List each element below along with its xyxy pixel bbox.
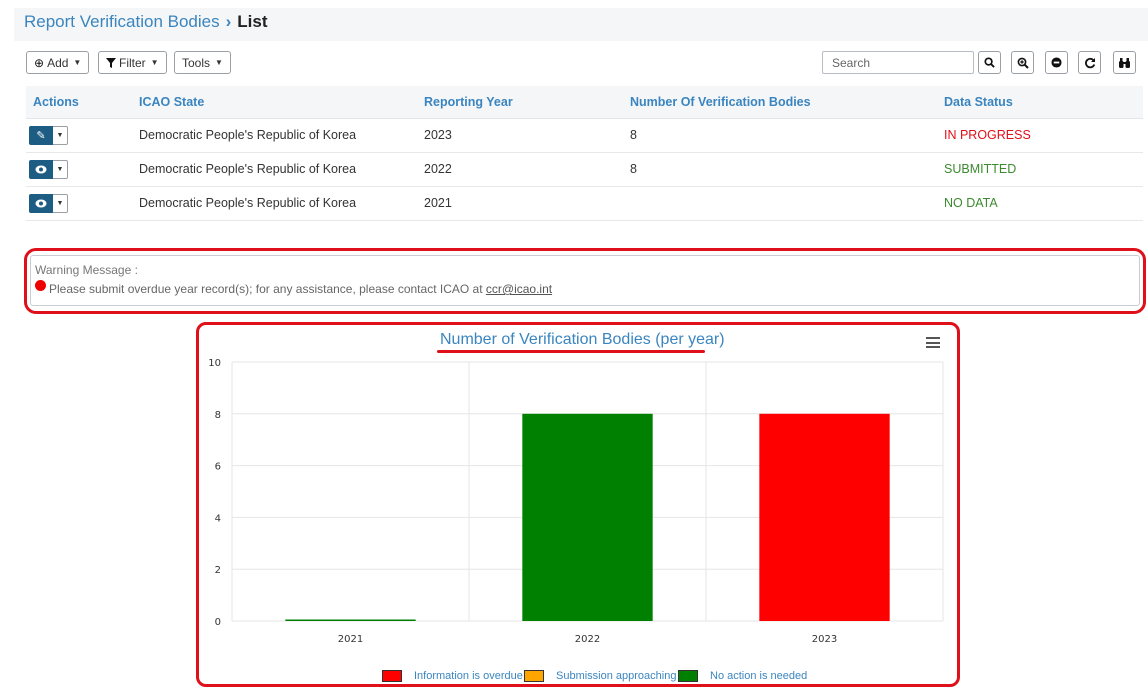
column-header-actions[interactable]: Actions xyxy=(33,95,79,109)
bar-chart: 0 2 4 6 8 10 2021 2022 2023 xyxy=(208,358,944,645)
clear-search-button[interactable] xyxy=(1045,51,1068,74)
eye-icon xyxy=(35,199,47,208)
add-button-label: Add xyxy=(47,55,69,70)
legend-label: No action is needed xyxy=(710,670,808,682)
bar-2022 xyxy=(522,413,653,621)
filter-button[interactable]: Filter ▼ xyxy=(98,51,167,74)
refresh-button[interactable] xyxy=(1078,51,1101,74)
bar-2021 xyxy=(285,619,416,621)
caret-down-icon: ▼ xyxy=(56,132,64,139)
breadcrumb-current: List xyxy=(237,12,268,31)
zoom-in-icon xyxy=(1017,57,1029,69)
row-action-group: ▼ xyxy=(29,194,72,213)
row-action-dropdown[interactable]: ▼ xyxy=(53,194,68,213)
caret-down-icon: ▼ xyxy=(56,166,64,173)
cell-reporting-year: 2022 xyxy=(424,162,452,176)
column-header-reporting-year[interactable]: Reporting Year xyxy=(424,95,513,109)
legend-item[interactable]: Submission approaching xyxy=(524,670,676,682)
caret-down-icon: ▼ xyxy=(215,58,223,67)
add-button[interactable]: ⊕ Add ▼ xyxy=(26,51,90,74)
chart-title: Number of Verification Bodies (per year) xyxy=(440,331,725,348)
cell-reporting-year: 2021 xyxy=(424,196,452,210)
funnel-icon xyxy=(106,57,116,68)
cell-verification-bodies: 8 xyxy=(630,162,637,176)
minus-circle-icon xyxy=(1051,57,1062,68)
tools-button[interactable]: Tools ▼ xyxy=(174,51,231,74)
y-tick-label: 8 xyxy=(215,410,221,421)
cell-icao-state: Democratic People's Republic of Korea xyxy=(139,162,357,176)
plus-circle-icon: ⊕ xyxy=(34,55,45,70)
legend-label: Information is overdue xyxy=(414,670,523,682)
cell-icao-state: Democratic People's Republic of Korea xyxy=(139,196,357,210)
contact-email-link[interactable]: ccr@icao.int xyxy=(486,282,552,296)
x-tick-label: 2022 xyxy=(575,634,600,645)
binoculars-icon xyxy=(1119,57,1130,68)
y-tick-label: 2 xyxy=(215,565,221,576)
view-button[interactable] xyxy=(29,194,53,213)
edit-button[interactable]: ✎ xyxy=(29,126,53,145)
tools-button-label: Tools xyxy=(182,55,211,70)
legend-swatch xyxy=(524,670,544,682)
search-icon xyxy=(984,57,995,68)
breadcrumb-parent-link[interactable]: Report Verification Bodies xyxy=(24,12,220,31)
legend-item[interactable]: Information is overdue xyxy=(382,670,523,682)
advanced-search-button[interactable] xyxy=(1011,51,1034,74)
cell-reporting-year: 2023 xyxy=(424,128,452,142)
column-header-icao-state[interactable]: ICAO State xyxy=(139,95,204,109)
legend-swatch xyxy=(382,670,402,682)
cell-icao-state: Democratic People's Republic of Korea xyxy=(139,128,357,142)
y-tick-label: 0 xyxy=(215,617,221,628)
column-header-data-status[interactable]: Data Status xyxy=(944,95,1013,109)
search-button[interactable] xyxy=(978,51,1001,74)
refresh-icon xyxy=(1084,57,1095,68)
filter-button-label: Filter xyxy=(119,55,146,70)
search-input[interactable] xyxy=(822,51,974,74)
title-underline xyxy=(437,350,705,353)
warning-panel xyxy=(30,255,1140,306)
cell-verification-bodies: 8 xyxy=(630,128,637,142)
eye-icon xyxy=(35,165,47,174)
cell-data-status: IN PROGRESS xyxy=(944,128,1031,142)
warning-title: Warning Message : xyxy=(35,263,138,277)
pencil-icon: ✎ xyxy=(36,130,46,142)
warning-text: Please submit overdue year record(s); fo… xyxy=(49,282,483,296)
breadcrumb-separator: › xyxy=(225,12,232,31)
row-action-group: ✎ ▼ xyxy=(29,126,72,145)
bar-2023 xyxy=(759,413,890,621)
view-button[interactable] xyxy=(29,160,53,179)
legend-swatch xyxy=(678,670,698,682)
red-dot-icon xyxy=(35,280,46,291)
y-tick-label: 6 xyxy=(215,462,221,473)
caret-down-icon: ▼ xyxy=(150,58,159,67)
x-tick-label: 2021 xyxy=(338,634,363,645)
x-tick-label: 2023 xyxy=(812,634,837,645)
cell-data-status: SUBMITTED xyxy=(944,162,1017,176)
row-action-dropdown[interactable]: ▼ xyxy=(53,126,68,145)
caret-down-icon: ▼ xyxy=(56,200,64,207)
hamburger-menu-icon[interactable] xyxy=(926,337,940,348)
row-action-group: ▼ xyxy=(29,160,72,179)
row-action-dropdown[interactable]: ▼ xyxy=(53,160,68,179)
find-button[interactable] xyxy=(1113,51,1136,74)
caret-down-icon: ▼ xyxy=(73,58,82,67)
column-header-verification-bodies[interactable]: Number Of Verification Bodies xyxy=(630,95,811,109)
y-tick-label: 10 xyxy=(208,358,221,369)
legend-item[interactable]: No action is needed xyxy=(678,670,807,682)
breadcrumb: Report Verification Bodies › List xyxy=(24,12,268,32)
y-tick-label: 4 xyxy=(215,513,221,524)
cell-data-status: NO DATA xyxy=(944,196,998,210)
legend-label: Submission approaching xyxy=(556,670,677,682)
warning-message: Please submit overdue year record(s); fo… xyxy=(49,282,552,296)
